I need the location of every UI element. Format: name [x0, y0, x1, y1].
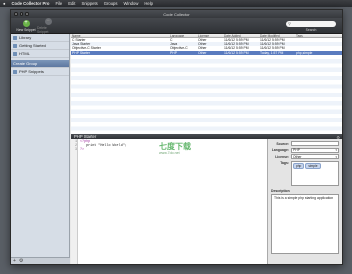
app-window: Code Collector + New Snippet − Delete Sn… [10, 9, 343, 265]
source-field[interactable] [291, 141, 339, 146]
column-header-license[interactable]: License [197, 34, 223, 37]
toolbar: + New Snippet − Delete Snippet ⚲ Search [11, 17, 342, 34]
plus-icon: + [22, 19, 30, 27]
license-label: License: [275, 154, 289, 159]
cell-date-added: 11/6/12 5:59 PM [224, 50, 249, 55]
code-editor[interactable]: 1 <?php 2 print "Hello World"; 3 ?> [71, 139, 268, 264]
gear-icon[interactable]: ⚙ [19, 258, 23, 264]
source-label: Source: [276, 141, 289, 146]
column-header-date-modified[interactable]: Date Modified [259, 34, 295, 37]
table-row-selected[interactable]: PHP Starter PHP Other 11/6/12 5:59 PM To… [71, 50, 342, 55]
sidebar-item-label: PHP Snippets [19, 69, 44, 74]
language-select[interactable]: PHP ▾ [291, 147, 339, 153]
delete-snippet-button[interactable]: − Delete Snippet [37, 17, 59, 34]
sidebar-item-html[interactable]: HTML [11, 50, 69, 58]
sidebar: Library Getting Started HTML Create Grou… [11, 34, 70, 264]
menu-help[interactable]: Help [144, 1, 153, 6]
snippet-inspector: Source: Language: PHP ▾ License: Other ▾… [268, 139, 342, 264]
cell-tags: php,simple [296, 50, 313, 55]
folder-icon [13, 51, 17, 56]
cell-license: Other [198, 50, 207, 55]
tags-row: Tags: php simple [271, 160, 339, 186]
cell-language: PHP [170, 50, 177, 55]
source-row: Source: [271, 141, 339, 146]
library-icon [13, 35, 17, 40]
watermark-text: 七度下载 [159, 142, 191, 151]
title-bar: Code Collector [11, 10, 342, 18]
menu-edit[interactable]: Edit [68, 1, 75, 6]
menu-bar: ● Code Collector Pro File Edit Snippets … [0, 0, 352, 7]
cell-name: PHP Starter [72, 50, 91, 55]
menu-window[interactable]: Window [123, 1, 138, 6]
watermark-logo: 七度下载 www.7do.net [159, 143, 191, 157]
chevron-down-icon: ▾ [335, 148, 337, 152]
sidebar-item-php-snippets[interactable]: PHP Snippets [11, 68, 69, 76]
column-header-tags[interactable]: Tags [295, 34, 342, 37]
language-value: PHP [293, 148, 300, 152]
search-input[interactable]: ⚲ [286, 21, 336, 27]
folder-icon [13, 69, 17, 74]
table-body: C Starter C Other 11/6/12 5:59 PM 11/6/1… [71, 38, 342, 55]
chevron-down-icon: ▾ [335, 154, 337, 159]
description-field[interactable]: This is a simple php starting applicatio… [271, 193, 339, 254]
column-header-name[interactable]: Name [71, 34, 169, 37]
new-snippet-label: New Snippet [16, 27, 36, 32]
search-icon: ⚲ [288, 21, 291, 27]
snippet-table: Name Language License Date Added Date Mo… [71, 34, 342, 134]
language-label: Language: [271, 148, 289, 152]
cell-date-modified: Today, 1:57 PM [260, 50, 284, 55]
line-number: 3 [74, 148, 77, 152]
search-control: ⚲ Search [286, 21, 336, 32]
sidebar-item-label: Library [19, 35, 32, 40]
table-background [71, 55, 342, 134]
license-row: License: Other ▾ [271, 154, 339, 159]
column-header-date-added[interactable]: Date Added [223, 34, 259, 37]
delete-snippet-label: Delete Snippet [37, 25, 49, 34]
menu-app-name[interactable]: Code Collector Pro [12, 1, 50, 6]
sidebar-item-label: HTML [19, 51, 30, 56]
apple-menu-icon[interactable]: ● [3, 1, 6, 6]
add-group-button[interactable]: + [13, 258, 16, 264]
new-snippet-button[interactable]: + New Snippet [15, 19, 37, 32]
menu-snippets[interactable]: Snippets [81, 1, 97, 6]
tags-field[interactable]: php simple [291, 160, 339, 186]
menu-file[interactable]: File [55, 1, 62, 6]
code-line-text: print "Hello World"; [80, 144, 127, 148]
code-line-text: ?> [80, 148, 85, 152]
line-number-gutter [71, 139, 78, 264]
tag-token[interactable]: simple [305, 162, 321, 169]
column-header-language[interactable]: Language [169, 34, 197, 37]
tags-label: Tags: [280, 160, 289, 165]
minus-icon: − [44, 17, 52, 25]
sidebar-item-label: Create Group [13, 61, 38, 66]
sidebar-item-library[interactable]: Library [11, 34, 69, 42]
menu-groups[interactable]: Groups [104, 1, 118, 6]
search-label: Search [305, 27, 317, 32]
language-row: Language: PHP ▾ [271, 147, 339, 153]
description-label: Description [271, 188, 290, 193]
sidebar-item-getting-started[interactable]: Getting Started [11, 42, 69, 50]
window-title: Code Collector [163, 11, 190, 17]
sidebar-item-label: Getting Started [19, 43, 46, 48]
folder-icon [13, 43, 17, 48]
watermark-url: www.7do.net [159, 151, 180, 155]
tag-token[interactable]: php [293, 162, 305, 169]
sidebar-footer: + ⚙ [11, 257, 70, 264]
license-value: Other [293, 154, 302, 159]
sidebar-item-create-group[interactable]: Create Group [11, 60, 69, 68]
license-select[interactable]: Other ▾ [291, 154, 339, 159]
